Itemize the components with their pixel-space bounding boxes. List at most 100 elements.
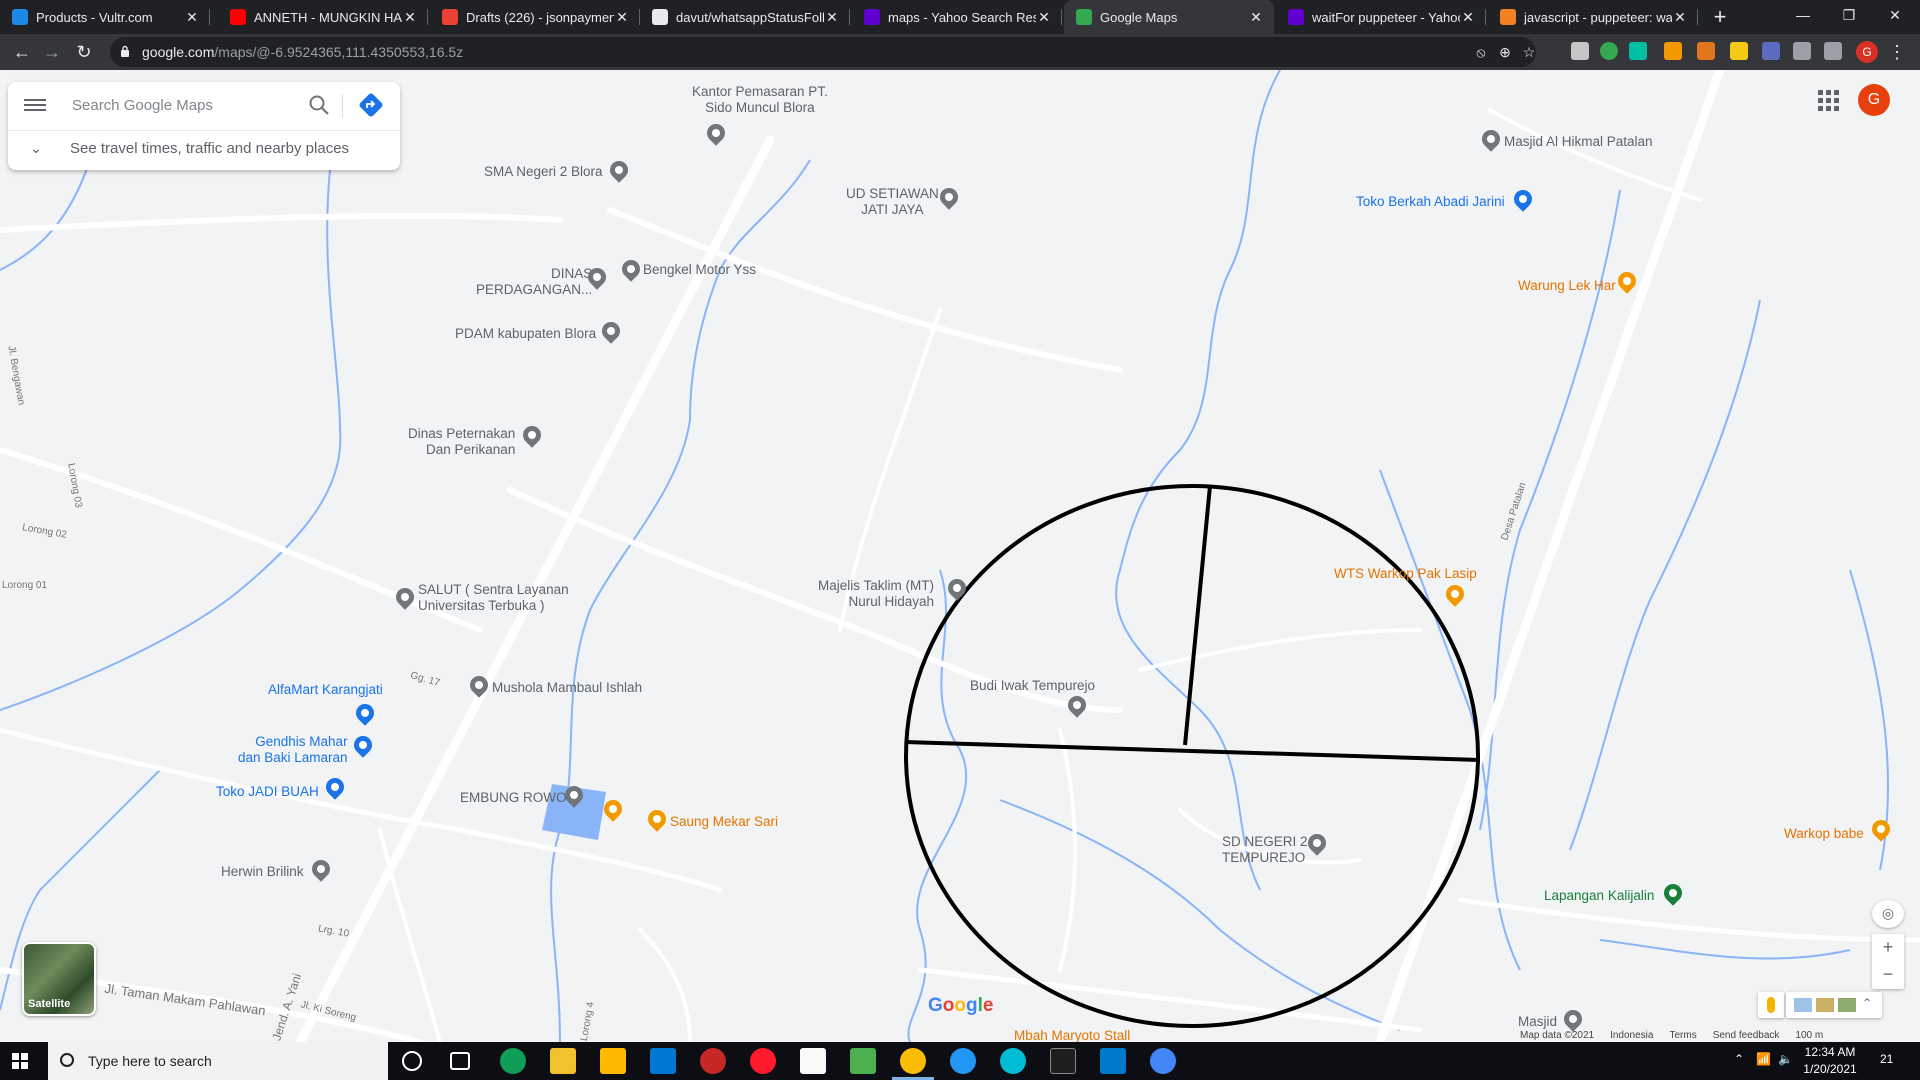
back-button[interactable]: ← [8, 38, 36, 66]
poi-mbah-maryoto[interactable]: Mbah Maryoto Stall [1014, 1028, 1130, 1042]
windows-start-icon[interactable] [12, 1053, 28, 1069]
poi-salut[interactable]: SALUT ( Sentra Layanan Universitas Terbuk… [418, 582, 569, 614]
account-avatar[interactable]: G [1858, 84, 1890, 116]
poi-ud-setiawan[interactable]: UD SETIAWAN JATI JAYA [846, 186, 939, 218]
new-tab-button[interactable]: + [1706, 3, 1734, 31]
browser-tab[interactable]: javascript - puppeteer: wait ✕ [1488, 0, 1698, 34]
search-icon[interactable] [308, 94, 330, 116]
address-bar[interactable]: google.com/maps/@-6.9524365,111.4350553,… [110, 37, 1536, 67]
poi-sd-negeri-2[interactable]: SD NEGERI 2 TEMPUREJO [1222, 834, 1308, 866]
minimize-button[interactable]: — [1780, 0, 1826, 30]
send-feedback-link[interactable]: Send feedback [1713, 1030, 1780, 1041]
extension-hex-icon[interactable] [1664, 42, 1682, 60]
extension-google-icon[interactable] [1600, 42, 1618, 60]
directions-icon[interactable] [358, 92, 384, 118]
map-canvas[interactable]: Kantor Pemasaran PT. Sido Muncul Blora SM… [0, 70, 1920, 1042]
hamburger-menu-icon[interactable] [24, 96, 46, 116]
explore-nearby-text[interactable]: See travel times, traffic and nearby pla… [70, 140, 349, 157]
chrome-canary-icon[interactable] [1150, 1048, 1176, 1074]
edge-dev-icon[interactable] [1000, 1048, 1026, 1074]
chevron-up-icon[interactable]: ⌃ [1862, 996, 1876, 1014]
task-view-icon[interactable] [450, 1052, 470, 1070]
poi-toko-berkah[interactable]: Toko Berkah Abadi Jarini [1356, 194, 1505, 210]
zoom-out-button[interactable]: − [1872, 961, 1904, 988]
poi-warkop-babe[interactable]: Warkop babe [1784, 826, 1864, 842]
browser-tab[interactable]: Drafts (226) - jsonpayment ✕ [430, 0, 640, 34]
poi-herwin-brilink[interactable]: Herwin Brilink [221, 864, 304, 880]
close-tab-icon[interactable]: ✕ [1672, 9, 1688, 26]
poi-embung-rowo[interactable]: EMBUNG ROWO [460, 790, 567, 806]
poi-sma-negeri-2[interactable]: SMA Negeri 2 Blora [484, 164, 603, 180]
my-location-button[interactable]: ◎ [1872, 900, 1904, 928]
browser-tab[interactable]: davut/whatsappStatusFollow✕ [640, 0, 850, 34]
close-tab-icon[interactable]: ✕ [1036, 9, 1052, 26]
chrome-icon[interactable] [892, 1048, 934, 1080]
poi-pdam[interactable]: PDAM kabupaten Blora [455, 326, 596, 342]
terms-link[interactable]: Terms [1669, 1030, 1696, 1041]
layer-thumb-icon[interactable] [1816, 998, 1834, 1012]
close-tab-icon[interactable]: ✕ [1460, 9, 1476, 26]
wifi-icon[interactable]: 📶 [1756, 1052, 1771, 1066]
browser-tab[interactable]: waitFor puppeteer - Yahoo ✕ [1276, 0, 1486, 34]
file-explorer-icon[interactable] [550, 1048, 576, 1074]
extension-metamask-icon[interactable] [1697, 42, 1715, 60]
cortana-icon[interactable] [402, 1051, 422, 1071]
close-window-button[interactable]: ✕ [1872, 0, 1918, 30]
profile-avatar[interactable]: G [1856, 41, 1878, 63]
scale-label[interactable]: 100 m [1795, 1030, 1823, 1041]
edge-icon[interactable] [500, 1048, 526, 1074]
poi-mushola-mambaul[interactable]: Mushola Mambaul Ishlah [492, 680, 642, 696]
close-tab-icon[interactable]: ✕ [614, 9, 630, 26]
extension-graph-icon[interactable] [1762, 42, 1780, 60]
region-label[interactable]: Indonesia [1610, 1030, 1653, 1041]
reload-button[interactable]: ↻ [70, 38, 98, 66]
poi-toko-jadi-buah[interactable]: Toko JADI BUAH [216, 784, 319, 800]
browser-menu-button[interactable]: ⋮ [1888, 40, 1906, 64]
chevron-up-icon[interactable]: ⌃ [1734, 1052, 1744, 1066]
reading-list-icon[interactable] [1824, 42, 1842, 60]
poi-kantor-sido-muncul[interactable]: Kantor Pemasaran PT. Sido Muncul Blora [692, 84, 828, 116]
poi-wts-warkop[interactable]: WTS Warkop Pak Lasip [1334, 566, 1477, 582]
poi-majelis-taklim[interactable]: Majelis Taklim (MT) Nurul Hidayah [818, 578, 934, 610]
poi-lapangan-kalijalin[interactable]: Lapangan Kalijalin [1544, 888, 1654, 904]
browser-tab[interactable]: maps - Yahoo Search Results✕ [852, 0, 1062, 34]
extension-sync-icon[interactable] [1629, 42, 1647, 60]
close-tab-icon[interactable]: ✕ [402, 9, 418, 26]
taskbar-clock[interactable]: 12:34 AM 1/20/2021 [1798, 1044, 1862, 1078]
close-tab-icon[interactable]: ✕ [1248, 9, 1264, 26]
install-icon[interactable]: ⊕ [1496, 43, 1514, 61]
poi-saung-mekar-sari[interactable]: Saung Mekar Sari [670, 814, 778, 830]
zoom-in-button[interactable]: + [1872, 934, 1904, 961]
poi-alfamart[interactable]: AlfaMart Karangjati [268, 682, 383, 698]
browser-tab[interactable]: Products - Vultr.com ✕ [0, 0, 210, 34]
chevron-down-icon[interactable]: ⌄ [26, 138, 46, 158]
poi-masjid-al-hikmal[interactable]: Masjid Al Hikmal Patalan [1504, 134, 1653, 150]
browser-tab[interactable]: Google Maps ✕ [1064, 0, 1274, 34]
security-app-icon[interactable] [700, 1048, 726, 1074]
poi-dinas-perdagangan[interactable]: DINAS PERDAGANGAN... [476, 266, 592, 298]
forward-button[interactable]: → [38, 38, 66, 66]
layer-thumb-icon[interactable] [1794, 998, 1812, 1012]
opera-icon[interactable] [750, 1048, 776, 1074]
google-apps-icon[interactable] [1818, 90, 1842, 114]
terminal-icon[interactable] [1050, 1048, 1076, 1074]
vscode-icon[interactable] [1100, 1048, 1126, 1074]
satellite-layer-toggle[interactable]: Satellite [22, 942, 96, 1016]
photos-icon[interactable] [850, 1048, 876, 1074]
notification-center-icon[interactable]: 21 [1880, 1052, 1900, 1070]
browser-tab[interactable]: ANNETH - MUNGKIN HA ✕ [218, 0, 428, 34]
layer-thumb-icon[interactable] [1838, 998, 1856, 1012]
pegman-icon[interactable] [1758, 992, 1784, 1018]
taskbar-search-box[interactable]: Type here to search [48, 1042, 388, 1080]
close-tab-icon[interactable]: ✕ [824, 9, 840, 26]
extensions-puzzle-icon[interactable] [1793, 42, 1811, 60]
volume-icon[interactable]: 🔈 [1778, 1052, 1793, 1066]
bookmark-star-icon[interactable]: ☆ [1520, 43, 1538, 61]
restore-button[interactable]: ❐ [1826, 0, 1872, 30]
notepad-icon[interactable] [800, 1048, 826, 1074]
extension-qr-icon[interactable] [1571, 42, 1589, 60]
mail-icon[interactable] [650, 1048, 676, 1074]
extension-binance-icon[interactable] [1730, 42, 1748, 60]
chat-app-icon[interactable] [950, 1048, 976, 1074]
location-blocked-icon[interactable]: ⦸ [1472, 43, 1490, 61]
